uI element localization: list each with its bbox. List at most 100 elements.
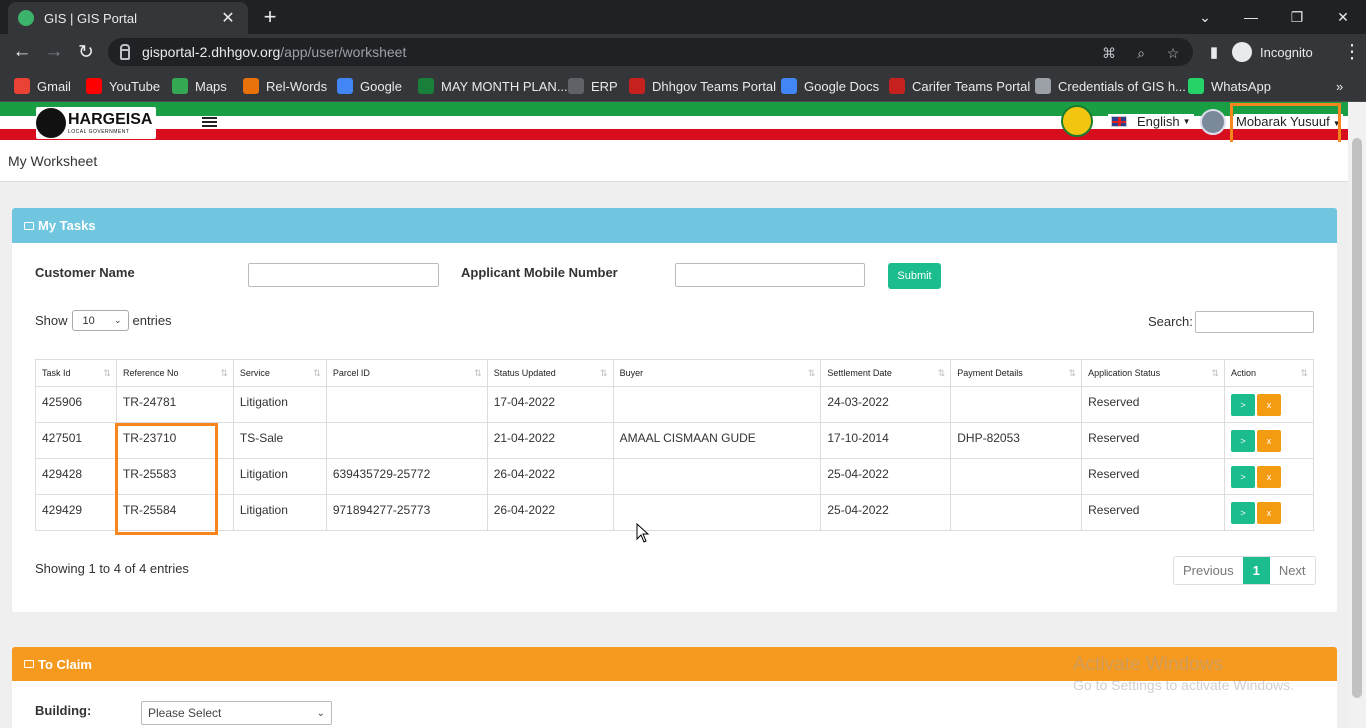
bookmark-favicon-icon xyxy=(14,78,30,94)
back-icon[interactable]: ← xyxy=(8,38,36,66)
restore-icon[interactable]: ❐ xyxy=(1274,0,1320,34)
bookmark-erp[interactable]: ERP xyxy=(568,76,618,96)
bookmark-maps[interactable]: Maps xyxy=(172,76,227,96)
column-header-label: Settlement Date xyxy=(827,368,892,378)
address-bar[interactable]: gisportal-2.dhhgov.org/app/user/workshee… xyxy=(108,38,1193,66)
table-search-input[interactable] xyxy=(1195,311,1314,333)
bookmark-favicon-icon xyxy=(1188,78,1204,94)
bookmarks-overflow-icon[interactable]: » xyxy=(1336,76,1343,96)
bookmark-google[interactable]: Google xyxy=(337,76,402,96)
browser-menu-icon[interactable]: ⋮ xyxy=(1338,38,1366,66)
bookmark-gmail[interactable]: Gmail xyxy=(14,76,71,96)
open-task-button[interactable]: > xyxy=(1231,393,1255,416)
column-header[interactable]: Parcel ID ⇅ xyxy=(325,359,488,387)
lock-icon xyxy=(120,43,130,60)
table-row: 429428 TR-25583 Litigation 639435729-25772 2… xyxy=(35,458,1314,495)
column-header[interactable]: Status Updated ⇅ xyxy=(486,359,614,387)
building-select[interactable]: Please Select ⌄ xyxy=(141,701,332,725)
bookmark-may-month-plan[interactable]: MAY MONTH PLAN... xyxy=(418,76,568,96)
column-header-label: Service xyxy=(239,368,270,378)
browser-toolbar: ← → ↻ gisportal-2.dhhgov.org/app/user/wo… xyxy=(0,34,1366,70)
search-label: Search: xyxy=(1148,314,1193,329)
sort-icon: ⇅ xyxy=(807,368,816,378)
language-dropdown[interactable]: English ▼ xyxy=(1108,114,1194,129)
menu-toggle-icon[interactable] xyxy=(202,117,217,127)
reject-task-button[interactable]: x xyxy=(1257,465,1281,488)
bookmark-favicon-icon xyxy=(243,78,259,94)
open-task-button[interactable]: > xyxy=(1231,465,1255,488)
column-header[interactable]: Reference No ⇅ xyxy=(115,359,234,387)
column-header[interactable]: Task Id ⇅ xyxy=(35,359,117,387)
folder-icon xyxy=(24,660,34,668)
service-cell: Litigation xyxy=(232,494,327,531)
minimize-icon[interactable]: — xyxy=(1228,0,1274,34)
customer-name-input[interactable] xyxy=(248,263,439,287)
bookmark-credentials-of-gis-h[interactable]: Credentials of GIS h... xyxy=(1035,76,1186,96)
reload-icon[interactable]: ↻ xyxy=(72,38,100,66)
column-header[interactable]: Buyer ⇅ xyxy=(612,359,822,387)
parcel-id-cell: 971894277-25773 xyxy=(325,494,488,531)
bookmark-favicon-icon xyxy=(1035,78,1051,94)
zoom-icon[interactable]: ⌕ xyxy=(1132,45,1150,62)
to-claim-title: To Claim xyxy=(38,656,92,672)
bookmark-star-icon[interactable]: ☆ xyxy=(1164,45,1182,62)
pagination: Previous 1 Next xyxy=(1173,556,1316,585)
column-header[interactable]: Application Status ⇅ xyxy=(1081,359,1225,387)
bookmark-dhhgov-teams-portal[interactable]: Dhhgov Teams Portal xyxy=(629,76,776,96)
open-task-button[interactable]: > xyxy=(1231,501,1255,524)
page-1-button[interactable]: 1 xyxy=(1242,557,1270,584)
reject-task-button[interactable]: x xyxy=(1257,429,1281,452)
showing-entries-text: Showing 1 to 4 of 4 entries xyxy=(35,561,189,576)
table-row: 425906 TR-24781 Litigation 17-04-2022 24-03-… xyxy=(35,386,1314,423)
show-label: Show xyxy=(35,313,68,328)
url-host: gisportal-2.dhhgov.org xyxy=(142,44,281,60)
task-id-cell: 429429 xyxy=(35,494,117,531)
tab-close-icon[interactable]: ✕ xyxy=(218,8,238,28)
logo-emblem-icon xyxy=(36,108,66,138)
column-header-label: Application Status xyxy=(1088,368,1161,378)
task-id-cell: 427501 xyxy=(35,422,117,459)
incognito-icon xyxy=(1232,42,1252,62)
previous-page-button[interactable]: Previous xyxy=(1174,557,1243,584)
bookmark-favicon-icon xyxy=(337,78,353,94)
caret-down-icon: ▼ xyxy=(1182,117,1191,126)
translate-icon[interactable]: ⌘ xyxy=(1100,45,1118,62)
forward-icon[interactable]: → xyxy=(40,38,68,66)
bookmark-label: Google Docs xyxy=(804,78,880,94)
url-path: /app/user/worksheet xyxy=(280,44,407,60)
side-panel-icon[interactable]: ▮ xyxy=(1200,38,1228,66)
bookmark-label: Rel-Words xyxy=(266,78,328,94)
site-logo[interactable]: HARGEISA LOCAL GOVERNMENT xyxy=(36,107,157,139)
page-scrollbar[interactable] xyxy=(1348,102,1366,728)
incognito-indicator[interactable]: Incognito xyxy=(1232,38,1313,66)
browser-tab[interactable]: GIS | GIS Portal ✕ xyxy=(8,2,248,34)
user-avatar[interactable] xyxy=(1200,109,1226,135)
entries-select[interactable]: 10 ⌄ xyxy=(71,310,129,331)
close-window-icon[interactable]: ✕ xyxy=(1320,0,1366,34)
open-task-button[interactable]: > xyxy=(1231,429,1255,452)
submit-button[interactable]: Submit xyxy=(888,263,941,289)
task-id-cell: 429428 xyxy=(35,458,117,495)
bookmark-rel-words[interactable]: Rel-Words xyxy=(243,76,327,96)
tab-search-icon[interactable]: ⌄ xyxy=(1182,0,1228,34)
bookmark-google-docs[interactable]: Google Docs xyxy=(781,76,879,96)
bookmark-youtube[interactable]: YouTube xyxy=(86,76,160,96)
reject-task-button[interactable]: x xyxy=(1257,501,1281,524)
sort-icon: ⇅ xyxy=(1300,368,1308,378)
scrollbar-thumb[interactable] xyxy=(1352,138,1362,698)
mobile-number-input[interactable] xyxy=(675,263,865,287)
next-page-button[interactable]: Next xyxy=(1269,557,1315,584)
column-header[interactable]: Action ⇅ xyxy=(1224,359,1314,387)
reject-task-button[interactable]: x xyxy=(1257,393,1281,416)
column-header[interactable]: Service ⇅ xyxy=(232,359,327,387)
bookmark-carifer-teams-portal[interactable]: Carifer Teams Portal xyxy=(889,76,1030,96)
payment-details-cell xyxy=(950,386,1083,423)
new-tab-icon[interactable]: + xyxy=(258,4,282,30)
parcel-id-cell xyxy=(325,422,488,459)
payment-details-cell: DHP-82053 xyxy=(950,422,1083,459)
column-header[interactable]: Payment Details ⇅ xyxy=(950,359,1083,387)
column-header-label: Reference No xyxy=(122,368,179,378)
entries-length-control: Show 10 ⌄ entries xyxy=(35,310,172,331)
column-header[interactable]: Settlement Date ⇅ xyxy=(820,359,952,387)
bookmark-whatsapp[interactable]: WhatsApp xyxy=(1188,76,1271,96)
